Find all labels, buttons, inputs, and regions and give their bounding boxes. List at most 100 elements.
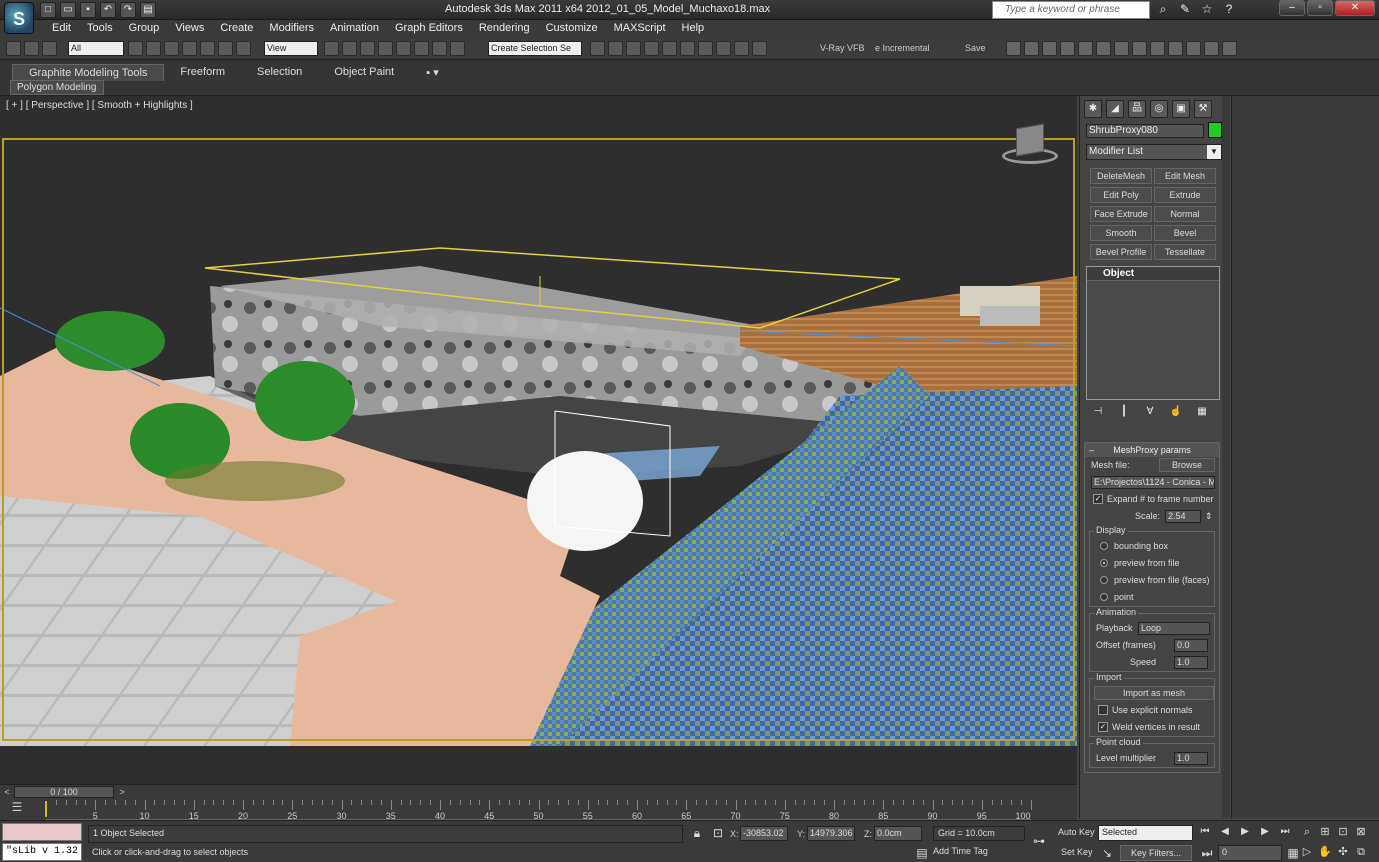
pin-stack-icon[interactable]: ⊣: [1090, 406, 1106, 420]
bevel-button[interactable]: Bevel: [1154, 225, 1216, 241]
go-to-start-icon[interactable]: ⏮: [1198, 825, 1212, 839]
reference-coord-dropdown[interactable]: View: [264, 41, 318, 56]
toolbar-tool-icon[interactable]: [1096, 41, 1111, 56]
show-end-result-icon[interactable]: ┃: [1116, 406, 1132, 420]
pivot-center-icon[interactable]: [324, 41, 339, 56]
vray-vfb-button[interactable]: V-Ray VFB: [820, 43, 865, 53]
offset-field[interactable]: 0.0: [1174, 639, 1208, 652]
menu-views[interactable]: Views: [167, 20, 212, 38]
speed-field[interactable]: 1.0: [1174, 656, 1208, 669]
redo-icon[interactable]: ↷: [120, 2, 136, 18]
rendered-frame-icon[interactable]: [734, 41, 749, 56]
x-coordinate-field[interactable]: -30853.02: [740, 826, 788, 841]
maximize-button[interactable]: ▫: [1307, 0, 1333, 16]
selection-filter-dropdown[interactable]: All: [68, 41, 124, 56]
stack-item-object[interactable]: Object: [1087, 267, 1219, 281]
deletemesh-button[interactable]: DeleteMesh: [1090, 168, 1152, 184]
create-tab-icon[interactable]: ✱: [1084, 100, 1102, 118]
incremental-button[interactable]: e Incremental: [875, 43, 930, 53]
select-by-name-icon[interactable]: [146, 41, 161, 56]
minimize-button[interactable]: –: [1279, 0, 1305, 16]
menu-graph-editors[interactable]: Graph Editors: [387, 20, 471, 38]
tessellate-button[interactable]: Tessellate: [1154, 244, 1216, 260]
align-icon[interactable]: [608, 41, 623, 56]
modify-tab-icon[interactable]: ◢: [1106, 100, 1124, 118]
viewport-label[interactable]: [ + ] [ Perspective ] [ Smooth + Highlig…: [6, 100, 193, 111]
menu-customize[interactable]: Customize: [538, 20, 606, 38]
move-icon[interactable]: [200, 41, 215, 56]
zoom-all-icon[interactable]: ⊞: [1318, 825, 1332, 839]
toolbar-tool-icon[interactable]: [1024, 41, 1039, 56]
graphite-toggle-icon[interactable]: [644, 41, 659, 56]
time-slider-left-arrow[interactable]: <: [1, 786, 13, 798]
make-unique-icon[interactable]: ∀: [1142, 406, 1158, 420]
tab-freeform[interactable]: Freeform: [164, 64, 241, 81]
toolbar-tool-icon[interactable]: [1168, 41, 1183, 56]
percent-snap-icon[interactable]: [414, 41, 429, 56]
toolbar-tool-icon[interactable]: [1186, 41, 1201, 56]
zoom-icon[interactable]: ⌕: [1300, 825, 1314, 839]
extrude-button[interactable]: Extrude: [1154, 187, 1216, 203]
y-coordinate-field[interactable]: 14979.306: [807, 826, 855, 841]
scale-field[interactable]: 2.54: [1165, 510, 1201, 523]
favorites-icon[interactable]: ☆: [1199, 1, 1215, 17]
lock-selection-icon[interactable]: 🔒︎: [690, 826, 704, 840]
scale-spinner-icon[interactable]: ⇕: [1205, 511, 1213, 522]
render-production-icon[interactable]: [752, 41, 767, 56]
toolbar-tool-icon[interactable]: [1006, 41, 1021, 56]
import-as-mesh-button[interactable]: Import as mesh: [1094, 686, 1214, 700]
viewcube-icon[interactable]: [1000, 123, 1060, 168]
menu-modifiers[interactable]: Modifiers: [261, 20, 322, 38]
current-frame-marker[interactable]: [44, 800, 48, 818]
next-frame-icon[interactable]: ▶: [1258, 825, 1272, 839]
remove-modifier-icon[interactable]: ☝: [1168, 406, 1184, 420]
face-extrude-button[interactable]: Face Extrude: [1090, 206, 1152, 222]
select-object-icon[interactable]: [128, 41, 143, 56]
menu-tools[interactable]: Tools: [79, 20, 121, 38]
explicit-normals-checkbox[interactable]: [1098, 705, 1108, 715]
track-bar[interactable]: ☰ 5 10 15 20 25 30 35 40 45 50 55 60 65 70 75 80 85 90 95 1…: [0, 798, 1077, 821]
toolbar-tool-icon[interactable]: [1078, 41, 1093, 56]
new-file-icon[interactable]: □: [40, 2, 56, 18]
maxscript-listener-output[interactable]: [2, 823, 82, 841]
modifier-list-dropdown[interactable]: Modifier List ▼: [1086, 144, 1222, 160]
material-editor-icon[interactable]: [698, 41, 713, 56]
bevel-profile-button[interactable]: Bevel Profile: [1090, 244, 1152, 260]
search-input[interactable]: Type a keyword or phrase: [992, 1, 1150, 19]
radio-preview-from-file[interactable]: [1100, 559, 1108, 567]
layer-manager-icon[interactable]: [626, 41, 641, 56]
time-slider-right-arrow[interactable]: >: [116, 786, 128, 798]
zoom-extents-all-icon[interactable]: ⊠: [1354, 825, 1368, 839]
previous-frame-icon[interactable]: ◀: [1218, 825, 1232, 839]
z-coordinate-field[interactable]: 0.0cm: [874, 826, 922, 841]
unlink-icon[interactable]: [24, 41, 39, 56]
time-tag-icon[interactable]: ▤: [915, 846, 929, 860]
playback-dropdown[interactable]: Loop: [1138, 622, 1210, 635]
curve-editor-icon[interactable]: [662, 41, 677, 56]
select-manipulate-icon[interactable]: [342, 41, 357, 56]
communication-center-icon[interactable]: ✎: [1177, 1, 1193, 17]
add-time-tag-button[interactable]: Add Time Tag: [933, 846, 988, 856]
time-configuration-icon[interactable]: ▦: [1286, 846, 1300, 860]
configure-sets-icon[interactable]: ▦: [1194, 406, 1210, 420]
tab-graphite-modeling-tools[interactable]: Graphite Modeling Tools: [12, 64, 165, 81]
set-key-button[interactable]: Set Key: [1058, 846, 1096, 861]
pan-view-icon[interactable]: ✋: [1318, 845, 1332, 859]
toolbar-tool-icon[interactable]: [1150, 41, 1165, 56]
schematic-view-icon[interactable]: [680, 41, 695, 56]
play-icon[interactable]: ▶: [1238, 825, 1252, 839]
utilities-tab-icon[interactable]: ⚒: [1194, 100, 1212, 118]
edit-named-selection-icon[interactable]: [450, 41, 465, 56]
menu-animation[interactable]: Animation: [322, 20, 387, 38]
menu-maxscript[interactable]: MAXScript: [606, 20, 674, 38]
rectangle-selection-icon[interactable]: [164, 41, 179, 56]
menu-group[interactable]: Group: [121, 20, 168, 38]
help-icon[interactable]: ?: [1221, 1, 1237, 17]
mini-curve-editor-icon[interactable]: ☰: [8, 800, 26, 816]
toolbar-tool-icon[interactable]: [1060, 41, 1075, 56]
named-selection-dropdown[interactable]: Create Selection Se: [488, 41, 582, 56]
hierarchy-tab-icon[interactable]: 品: [1128, 100, 1146, 118]
toolbar-tool-icon[interactable]: [1042, 41, 1057, 56]
radio-bounding-box[interactable]: [1100, 542, 1108, 550]
project-folder-icon[interactable]: ▤: [140, 2, 156, 18]
